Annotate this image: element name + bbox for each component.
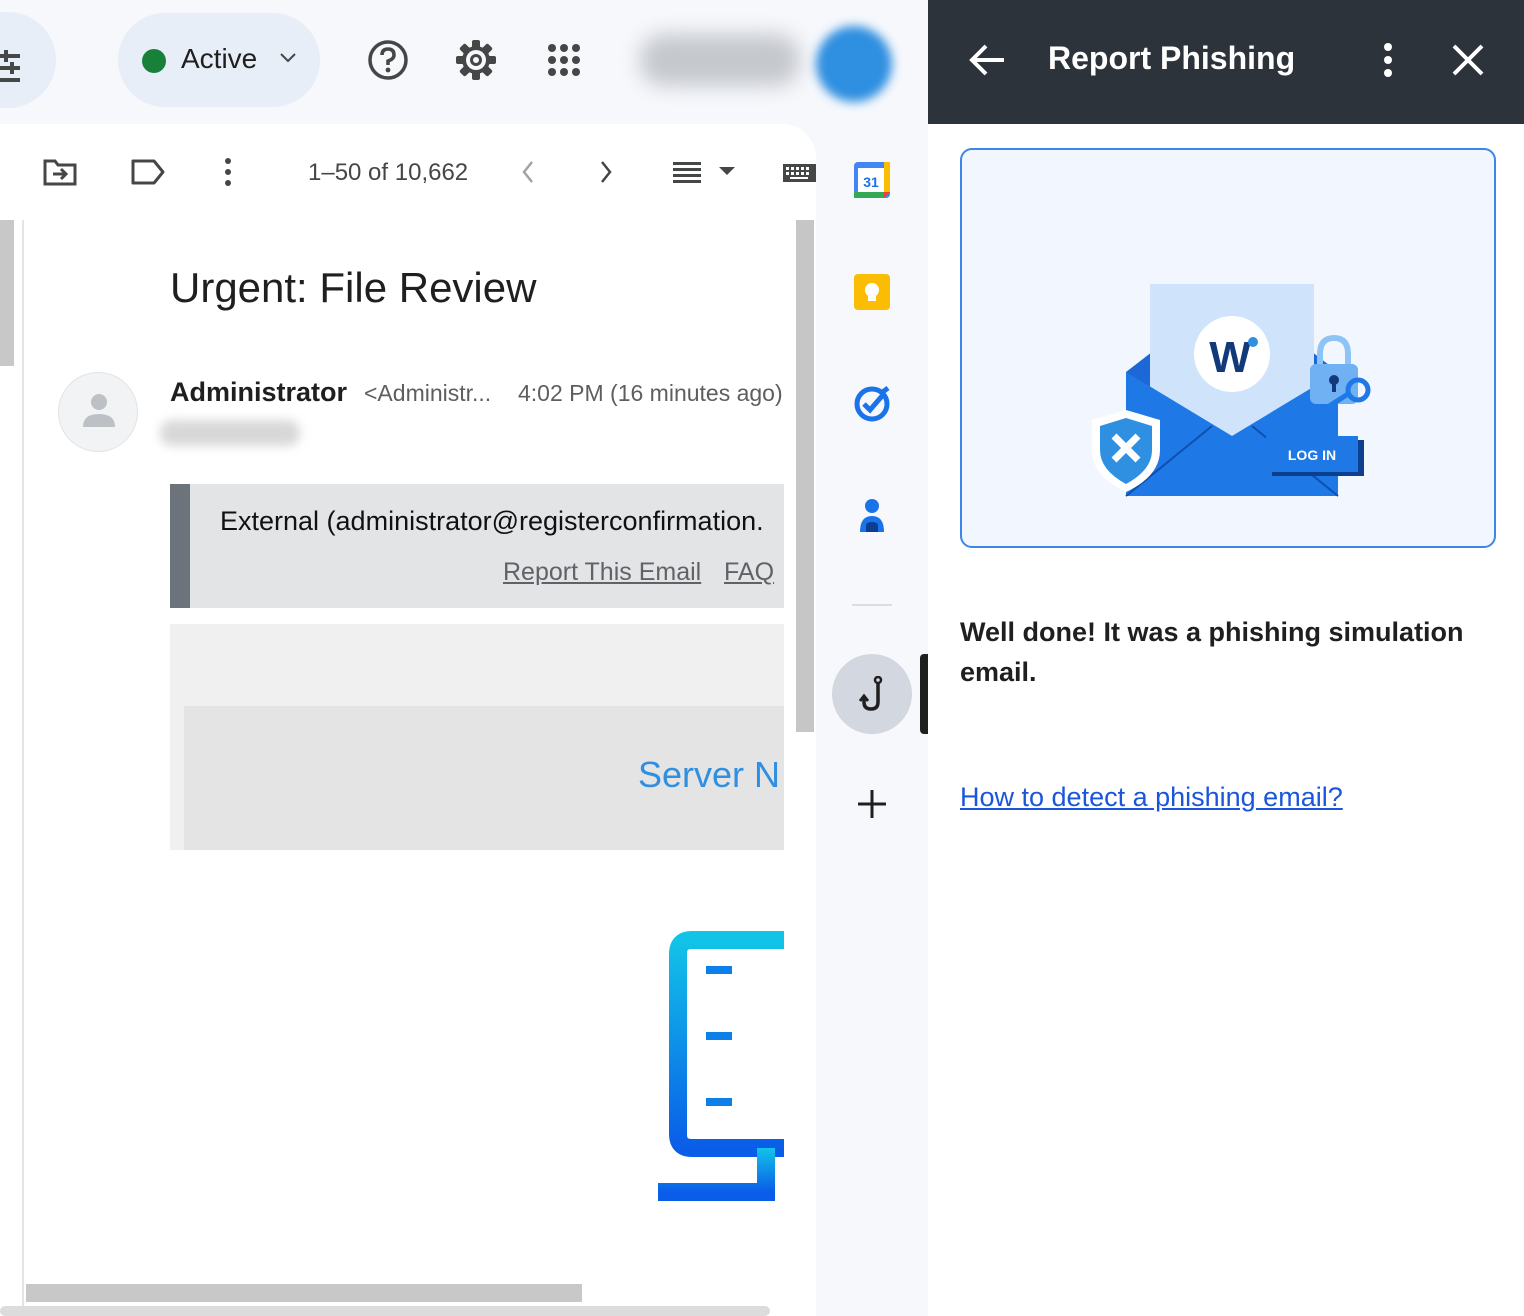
login-badge-text: LOG IN [1288,447,1336,463]
chevron-left-icon[interactable] [518,156,538,188]
search-options-button[interactable] [0,12,56,108]
move-to-icon[interactable] [42,156,78,188]
email-body-block: Server N [184,706,784,850]
help-icon[interactable] [364,36,412,84]
calendar-day: 31 [863,174,879,190]
close-icon[interactable] [1450,42,1486,78]
left-scrollbar[interactable] [0,220,14,366]
gear-icon[interactable] [452,36,500,84]
report-email-link[interactable]: Report This Email [503,558,701,587]
report-phishing-addon[interactable] [832,654,912,734]
content-divider [22,220,24,1316]
google-logo-blurred [640,34,800,86]
status-dot [142,49,166,73]
envelope-illustration: W LOG IN [1092,284,1371,497]
report-phishing-header: Report Phishing [928,0,1524,124]
sender-avatar [58,372,138,452]
active-addon-indicator [920,654,928,734]
top-bar: Active [0,0,928,124]
recipient-blurred[interactable] [160,420,300,446]
keyboard-icon[interactable] [782,156,816,188]
calendar-icon[interactable]: 31 [852,160,892,200]
status-selector[interactable]: Active [118,13,320,107]
contacts-icon[interactable] [852,496,892,536]
status-label: Active [181,43,258,74]
chevron-down-icon [280,53,296,63]
more-vert-icon[interactable] [222,156,234,188]
sender-name[interactable]: Administrator [170,377,347,408]
email-subject: Urgent: File Review [170,264,537,311]
result-message: Well done! It was a phishing simulation … [960,617,1464,687]
email-body-heading: Server N [638,754,781,795]
sent-time: 4:02 PM (16 minutes ago) [518,380,783,406]
tasks-icon[interactable] [852,384,892,424]
phishing-illustration: W LOG IN [960,148,1496,548]
person-icon [83,394,115,427]
side-apps-panel: 31 [816,124,928,1316]
apps-grid-icon[interactable] [540,36,588,84]
panel-title: Report Phishing [1048,40,1296,76]
chevron-right-icon[interactable] [596,156,616,188]
more-vert-icon[interactable] [1376,40,1400,80]
add-icon[interactable] [856,788,888,820]
account-avatar-blurred[interactable] [816,26,892,102]
message-toolbar: 1–50 of 10,662 [0,124,816,220]
report-phishing-panel: Report Phishing W LOG IN Well done! It w… [928,0,1524,1316]
vertical-scrollbar[interactable] [796,220,814,732]
side-divider [852,604,892,606]
detect-phishing-link[interactable]: How to detect a phishing email? [960,782,1343,813]
pagination-label: 1–50 of 10,662 [308,159,469,186]
density-icon[interactable] [672,156,738,188]
email-body: Server N [170,624,784,850]
mail-panel: 1–50 of 10,662 Urgent: File Review Admin… [0,124,816,1316]
phishing-hook-icon [858,676,883,711]
external-sender-text: External (administrator@registerconfirma… [220,506,764,536]
bottom-scrollbar[interactable] [0,1306,770,1316]
banner-accent-bar [170,484,190,608]
server-illustration [658,931,784,1201]
sender-email: <Administr... [364,380,492,406]
faq-link[interactable]: FAQ [724,558,774,587]
filter-icon [0,50,20,82]
keep-icon[interactable] [852,272,892,312]
external-sender-banner: External (administrator@registerconfirma… [170,484,784,608]
label-icon[interactable] [130,156,166,188]
svg-text:W: W [1209,333,1251,382]
horizontal-scrollbar[interactable] [26,1284,582,1302]
back-arrow-icon[interactable] [968,42,1006,78]
